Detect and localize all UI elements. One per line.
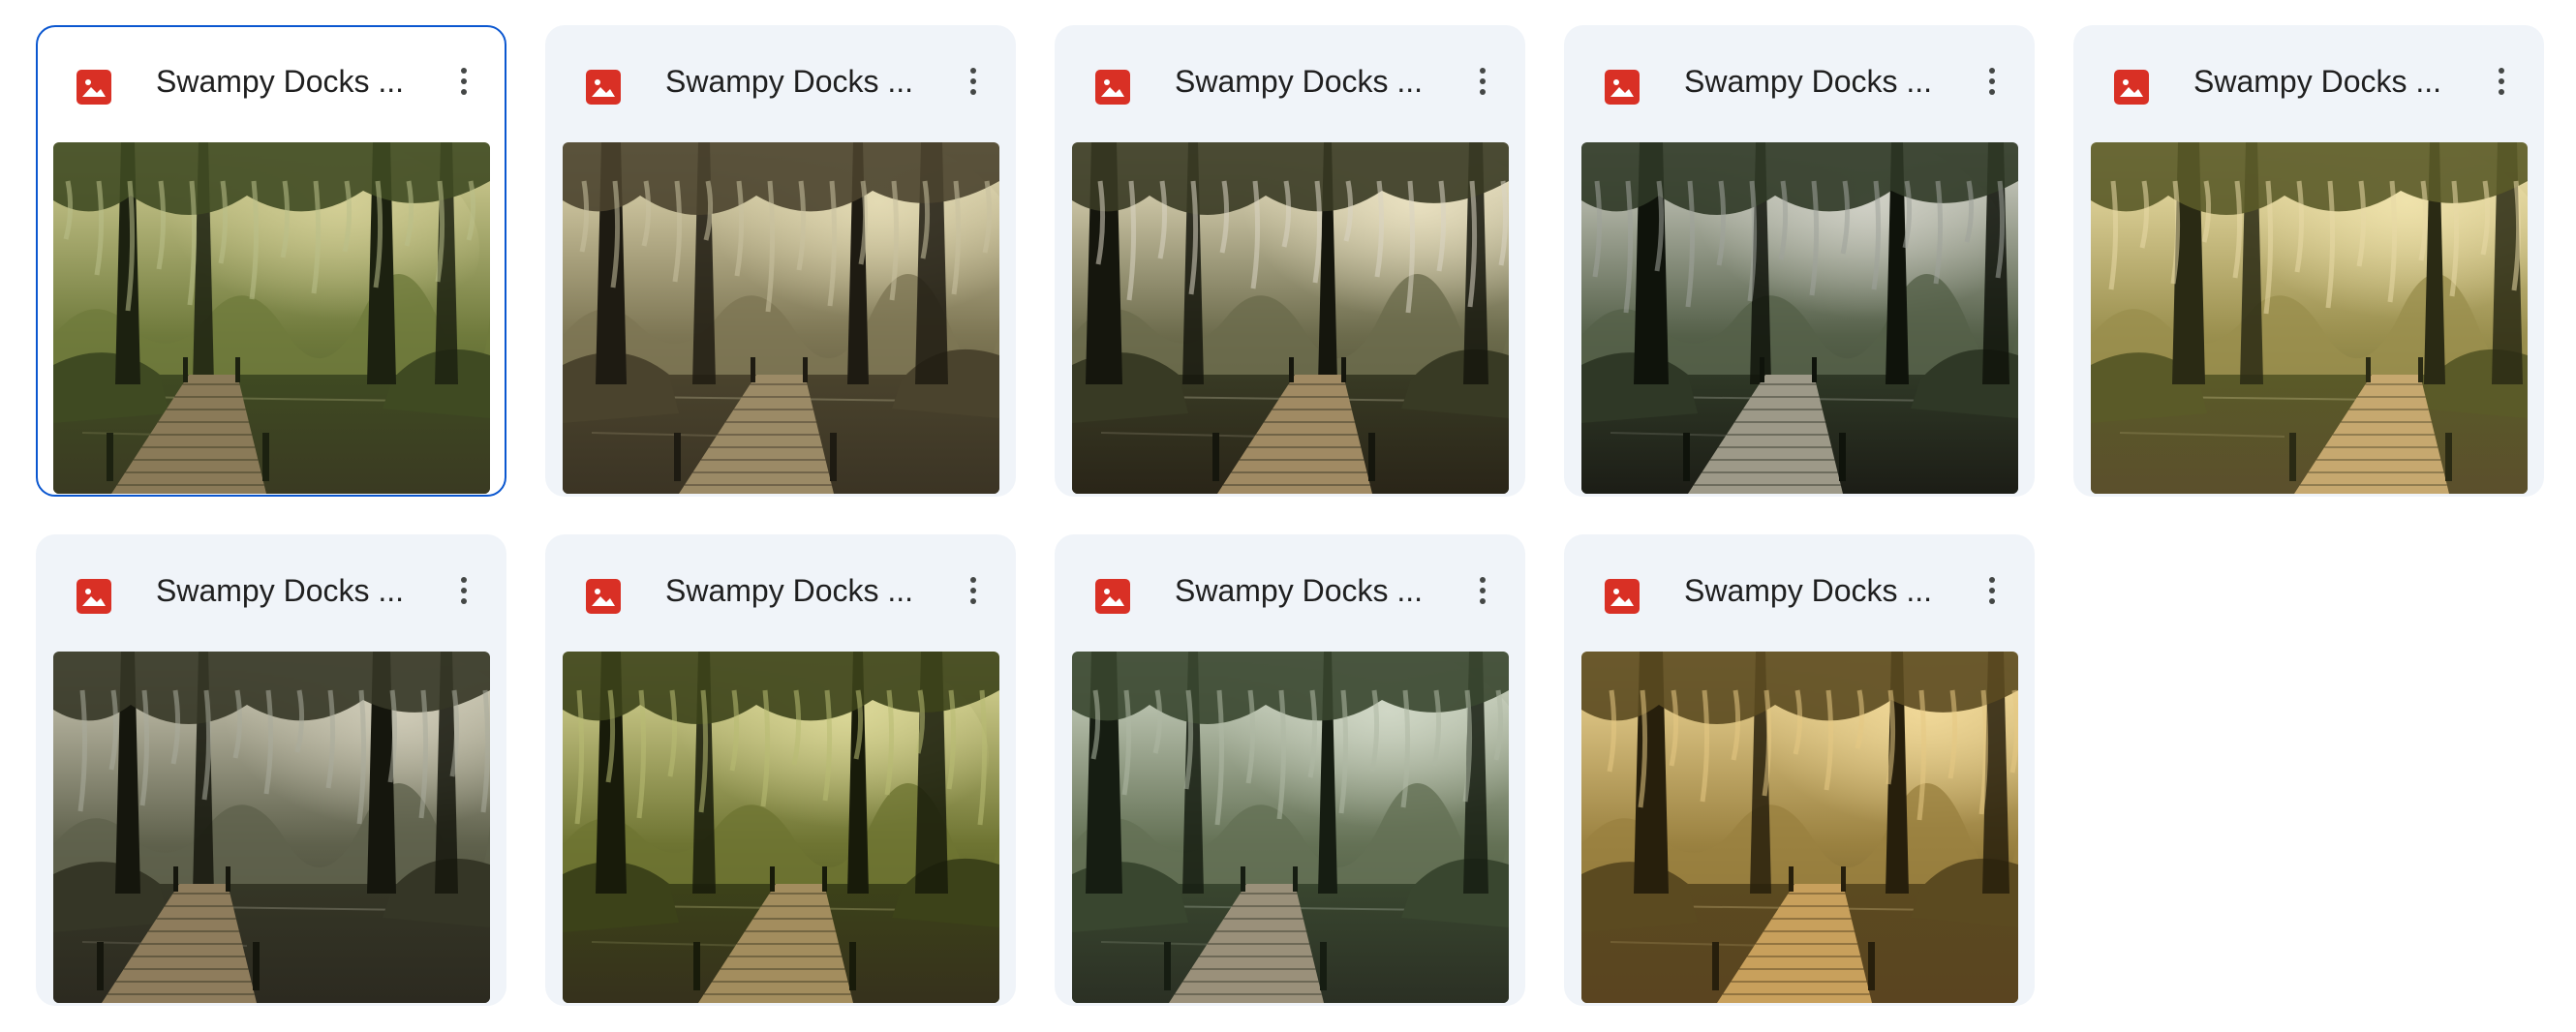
file-thumbnail[interactable] (1072, 142, 1509, 494)
more-options-button[interactable] (2474, 54, 2529, 108)
file-name: Swampy Docks ... (1684, 573, 1933, 608)
file-card-header: Swampy Docks ... (38, 27, 505, 134)
image-file-icon (77, 579, 111, 614)
file-thumbnail[interactable] (53, 142, 490, 494)
more-options-button[interactable] (1456, 54, 1510, 108)
file-card[interactable]: Swampy Docks ... (1564, 534, 2035, 1006)
file-card[interactable]: Swampy Docks ... (2073, 25, 2544, 497)
file-grid: Swampy Docks ... Swampy Docks ... Swampy D… (0, 0, 2576, 1032)
file-card-header: Swampy Docks ... (1055, 25, 1525, 132)
file-card-header: Swampy Docks ... (1055, 534, 1525, 641)
file-thumbnail[interactable] (1581, 142, 2018, 494)
swamp-dock-photo (2091, 142, 2528, 494)
swamp-dock-photo (563, 652, 999, 1003)
file-thumbnail[interactable] (53, 652, 490, 1003)
file-thumbnail[interactable] (563, 142, 999, 494)
swamp-dock-photo (1072, 142, 1509, 494)
image-file-icon (586, 579, 621, 614)
file-name: Swampy Docks ... (1175, 64, 1424, 99)
file-thumbnail[interactable] (563, 652, 999, 1003)
file-card-header: Swampy Docks ... (1564, 534, 2035, 641)
more-options-button[interactable] (1965, 563, 2019, 618)
more-options-button[interactable] (437, 563, 491, 618)
file-card[interactable]: Swampy Docks ... (36, 25, 506, 497)
image-file-icon (1605, 579, 1640, 614)
file-thumbnail[interactable] (2091, 142, 2528, 494)
more-options-button[interactable] (946, 54, 1000, 108)
image-file-icon (1095, 579, 1130, 614)
image-file-icon (2114, 70, 2149, 105)
file-name: Swampy Docks ... (665, 573, 914, 608)
file-name: Swampy Docks ... (2193, 64, 2442, 99)
more-options-button[interactable] (437, 54, 491, 108)
image-file-icon (77, 70, 111, 105)
file-card[interactable]: Swampy Docks ... (545, 534, 1016, 1006)
file-name: Swampy Docks ... (156, 573, 405, 608)
swamp-dock-photo (563, 142, 999, 494)
file-card[interactable]: Swampy Docks ... (545, 25, 1016, 497)
file-card-header: Swampy Docks ... (545, 534, 1016, 641)
file-thumbnail[interactable] (1072, 652, 1509, 1003)
image-file-icon (1095, 70, 1130, 105)
more-options-button[interactable] (1456, 563, 1510, 618)
image-file-icon (586, 70, 621, 105)
more-options-button[interactable] (946, 563, 1000, 618)
swamp-dock-photo (53, 652, 490, 1003)
file-name: Swampy Docks ... (665, 64, 914, 99)
file-card[interactable]: Swampy Docks ... (1564, 25, 2035, 497)
more-options-button[interactable] (1965, 54, 2019, 108)
file-thumbnail[interactable] (1581, 652, 2018, 1003)
file-card-header: Swampy Docks ... (36, 534, 506, 641)
image-file-icon (1605, 70, 1640, 105)
file-card[interactable]: Swampy Docks ... (36, 534, 506, 1006)
file-name: Swampy Docks ... (1684, 64, 1933, 99)
file-name: Swampy Docks ... (1175, 573, 1424, 608)
swamp-dock-photo (1581, 652, 2018, 1003)
file-name: Swampy Docks ... (156, 64, 405, 99)
file-card-header: Swampy Docks ... (545, 25, 1016, 132)
file-card-header: Swampy Docks ... (1564, 25, 2035, 132)
file-card[interactable]: Swampy Docks ... (1055, 25, 1525, 497)
swamp-dock-photo (53, 142, 490, 494)
swamp-dock-photo (1072, 652, 1509, 1003)
file-card-header: Swampy Docks ... (2073, 25, 2544, 132)
swamp-dock-photo (1581, 142, 2018, 494)
file-card[interactable]: Swampy Docks ... (1055, 534, 1525, 1006)
